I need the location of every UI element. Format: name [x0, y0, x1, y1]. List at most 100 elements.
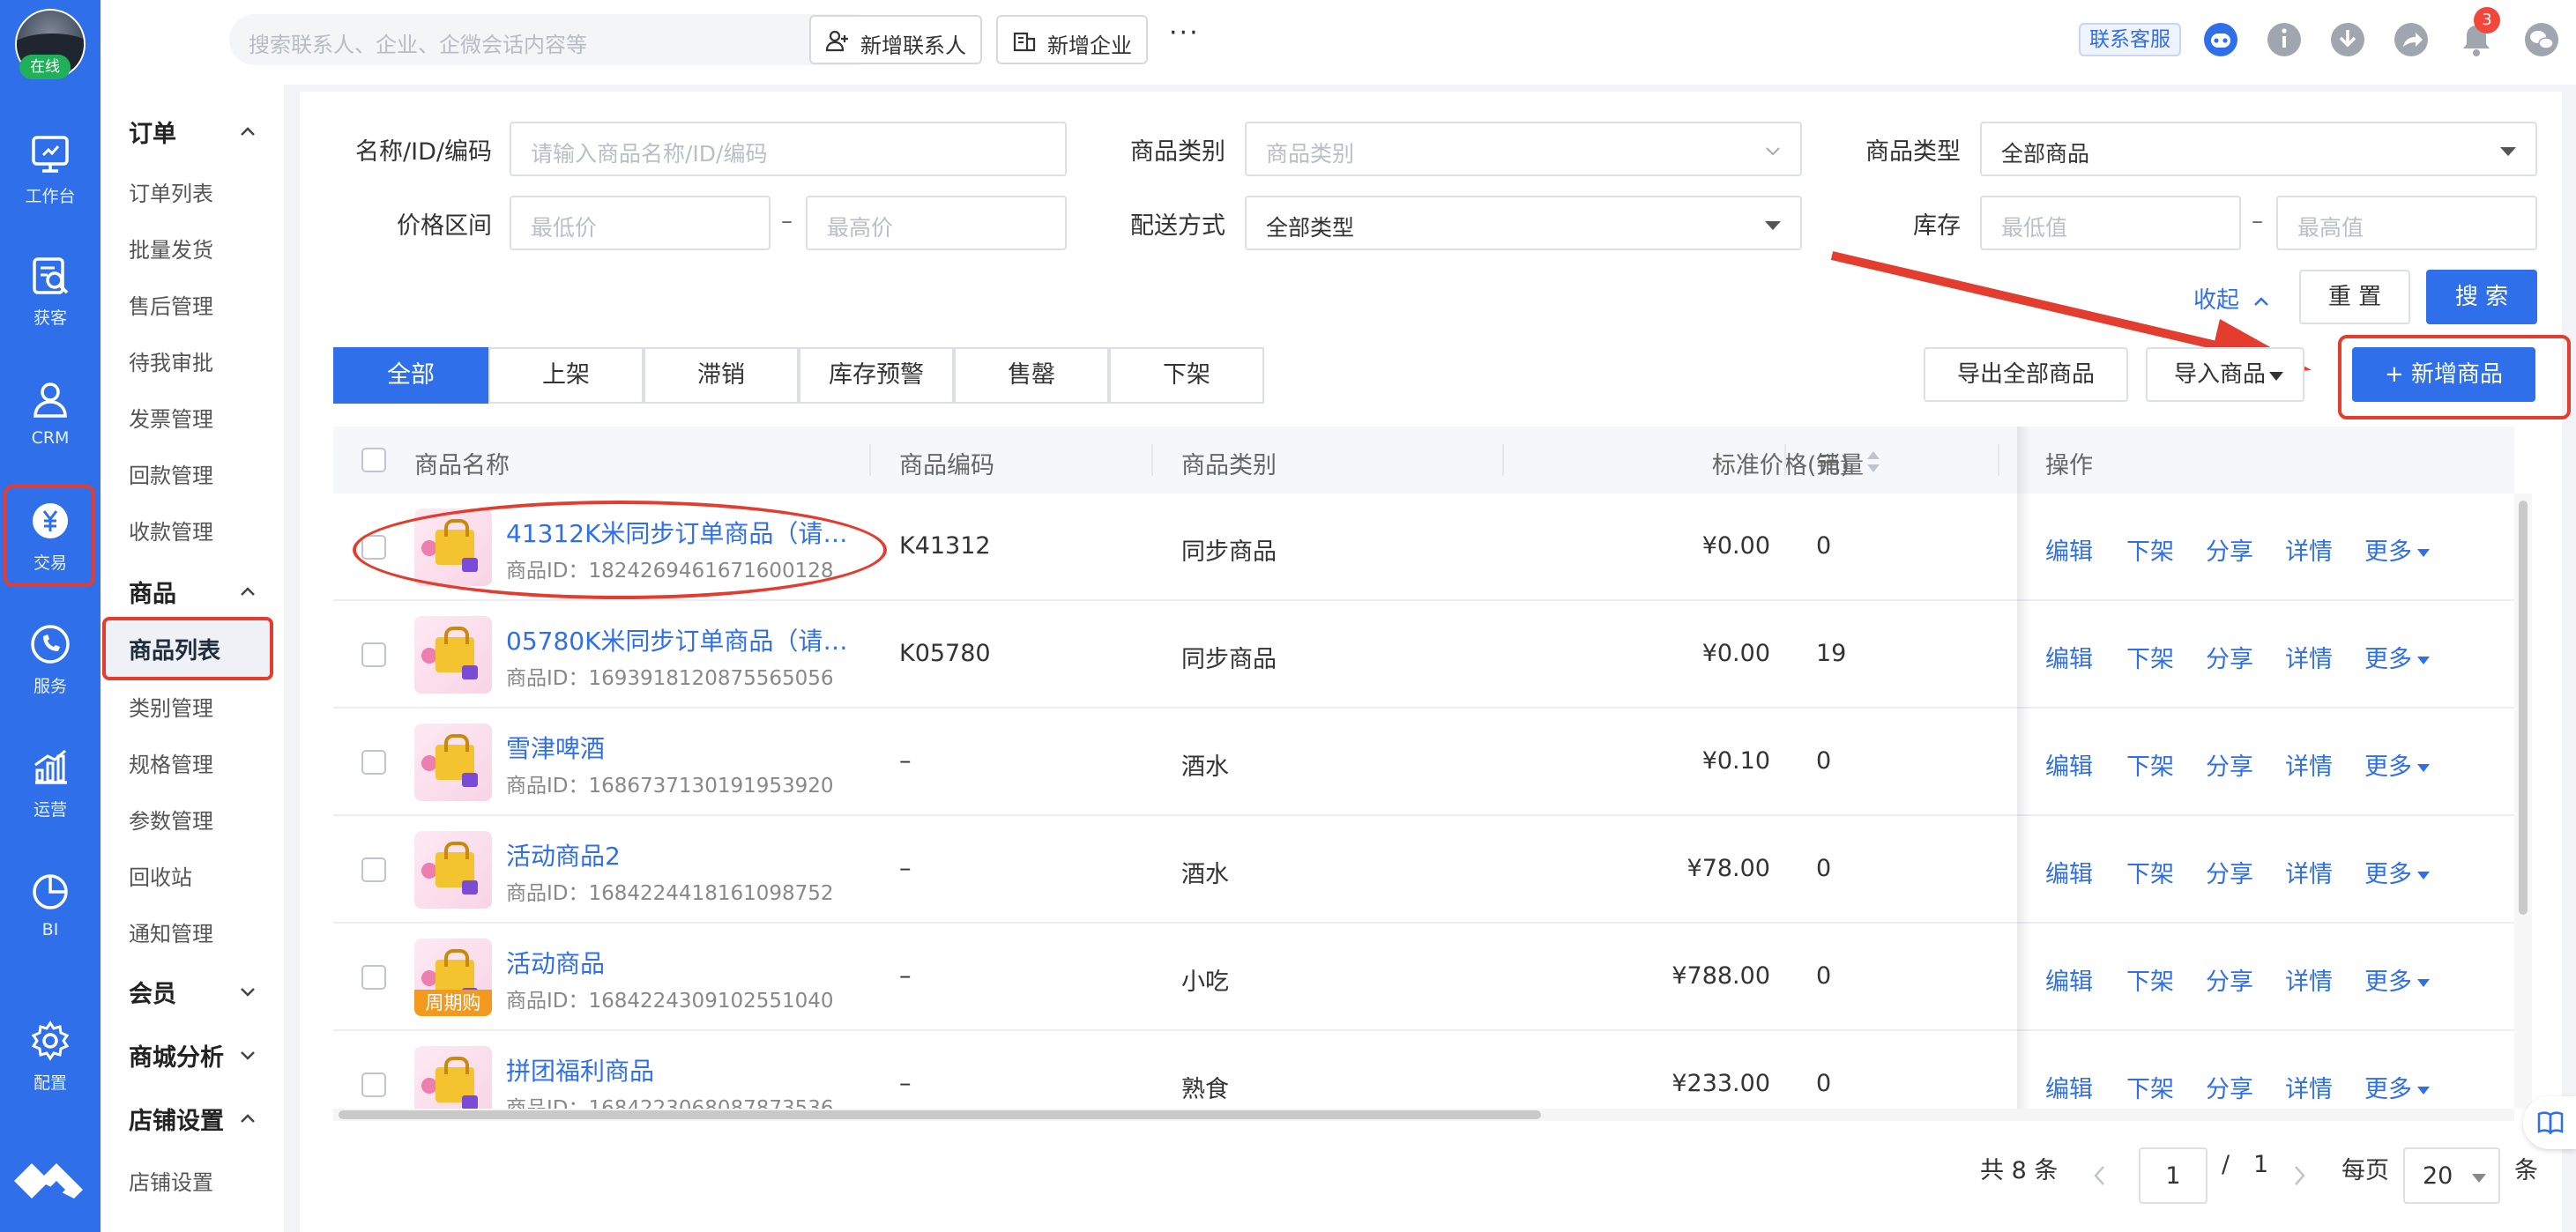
- off-shelf-button[interactable]: 下架: [2126, 640, 2174, 674]
- share-button[interactable]: 分享: [2206, 1070, 2253, 1104]
- detail-button[interactable]: 详情: [2285, 532, 2333, 567]
- caret-down-icon: [2417, 657, 2430, 664]
- product-name-link[interactable]: 05780K米同步订单商品（请勿删除）: [506, 622, 859, 657]
- row-checkbox[interactable]: [361, 965, 386, 990]
- next-page-icon[interactable]: [2290, 1163, 2308, 1188]
- detail-button[interactable]: 详情: [2285, 1070, 2333, 1104]
- more-actions-button[interactable]: 更多: [2364, 640, 2430, 674]
- row-checkbox[interactable]: [361, 750, 386, 775]
- off-shelf-button[interactable]: 下架: [2126, 532, 2174, 567]
- page-separator: /: [2222, 1151, 2230, 1178]
- product-code: K41312: [899, 532, 991, 560]
- product-thumbnail[interactable]: [414, 1046, 492, 1109]
- share-button[interactable]: 分享: [2206, 640, 2253, 674]
- share-button[interactable]: 分享: [2206, 962, 2253, 997]
- product-category: 酒水: [1181, 861, 1229, 888]
- more-actions-button[interactable]: 更多: [2364, 855, 2430, 889]
- product-sales: 0: [1816, 747, 1832, 775]
- product-category: 同步商品: [1181, 538, 1277, 566]
- product-sales: 0: [1816, 962, 1832, 990]
- page-size-value: 20: [2423, 1162, 2453, 1190]
- scrollbar-thumb[interactable]: [2519, 501, 2528, 915]
- detail-button[interactable]: 详情: [2285, 747, 2333, 782]
- edit-button[interactable]: 编辑: [2045, 532, 2093, 567]
- prev-page-icon[interactable]: [2091, 1163, 2109, 1188]
- detail-button[interactable]: 详情: [2285, 855, 2333, 889]
- product-thumbnail[interactable]: [414, 831, 492, 909]
- more-actions-button[interactable]: 更多: [2364, 532, 2430, 567]
- more-label: 更多: [2364, 1076, 2412, 1103]
- per-page-unit: 条: [2514, 1157, 2538, 1184]
- fixed-column-shadow: [2017, 427, 2031, 1109]
- edit-button[interactable]: 编辑: [2045, 747, 2093, 782]
- edit-button[interactable]: 编辑: [2045, 1070, 2093, 1104]
- product-code: K05780: [899, 640, 991, 667]
- table-row[interactable]: 拼团福利商品 商品ID：1684223068087873536 – 熟食 ¥233.00…: [333, 1031, 2514, 1109]
- total-count: 共 8 条: [1980, 1157, 2059, 1184]
- horizontal-scrollbar[interactable]: [333, 1109, 2514, 1121]
- product-thumbnail[interactable]: 周期购: [414, 939, 492, 1016]
- highlight-ellipse: [353, 501, 887, 599]
- product-name-link[interactable]: 活动商品2: [506, 837, 859, 872]
- total-pages: 1: [2253, 1151, 2269, 1178]
- caret-down-icon: [2417, 872, 2430, 879]
- more-label: 更多: [2364, 646, 2412, 673]
- caret-down-icon: [2417, 549, 2430, 557]
- more-actions-button[interactable]: 更多: [2364, 747, 2430, 782]
- product-sales: 19: [1816, 640, 1847, 667]
- product-name-link[interactable]: 拼团福利商品: [506, 1052, 859, 1087]
- table-row[interactable]: 周期购 活动商品 商品ID：1684224309102551040 – 小吃 ¥788.0…: [333, 924, 2514, 1031]
- off-shelf-button[interactable]: 下架: [2126, 747, 2174, 782]
- product-sales: 0: [1816, 532, 1832, 560]
- product-code: –: [899, 962, 912, 990]
- share-button[interactable]: 分享: [2206, 747, 2253, 782]
- chevron-up-icon[interactable]: [238, 1109, 257, 1128]
- scrollbar-thumb[interactable]: [339, 1110, 1541, 1119]
- off-shelf-button[interactable]: 下架: [2126, 962, 2174, 997]
- table-row[interactable]: 雪津啤酒 商品ID：1686737130191953920 – 酒水 ¥0.10 0 编辑下…: [333, 709, 2514, 816]
- caret-down-icon: [2472, 1174, 2486, 1183]
- product-category: 熟食: [1181, 1076, 1229, 1103]
- off-shelf-button[interactable]: 下架: [2126, 1070, 2174, 1104]
- caret-down-icon: [2417, 1087, 2430, 1095]
- share-button[interactable]: 分享: [2206, 855, 2253, 889]
- product-code: –: [899, 747, 912, 775]
- table-row[interactable]: 活动商品2 商品ID：1684224418161098752 – 酒水 ¥78.00 0 编…: [333, 816, 2514, 924]
- product-thumbnail[interactable]: [414, 724, 492, 801]
- product-id: 商品ID：1684224309102551040: [506, 990, 834, 1013]
- edit-button[interactable]: 编辑: [2045, 855, 2093, 889]
- more-label: 更多: [2364, 861, 2412, 888]
- detail-button[interactable]: 详情: [2285, 640, 2333, 674]
- detail-button[interactable]: 详情: [2285, 962, 2333, 997]
- page-size-select[interactable]: 20: [2403, 1147, 2500, 1204]
- product-thumbnail[interactable]: [414, 616, 492, 694]
- table-row[interactable]: 05780K米同步订单商品（请勿删除） 商品ID：1693918120875565…: [333, 601, 2514, 709]
- more-actions-button[interactable]: 更多: [2364, 1070, 2430, 1104]
- product-code: –: [899, 855, 912, 882]
- edit-button[interactable]: 编辑: [2045, 962, 2093, 997]
- product-price: ¥0.10: [1701, 747, 1770, 775]
- product-id: 商品ID：1684224418161098752: [506, 882, 834, 905]
- book-icon: [2537, 1111, 2564, 1135]
- product-id: 商品ID：1684223068087873536: [506, 1097, 834, 1109]
- vertical-scrollbar[interactable]: [2514, 494, 2532, 1109]
- off-shelf-button[interactable]: 下架: [2126, 855, 2174, 889]
- product-name-link[interactable]: 活动商品: [506, 945, 859, 980]
- row-checkbox[interactable]: [361, 1072, 386, 1097]
- help-docs-button[interactable]: [2523, 1096, 2576, 1149]
- row-checkbox[interactable]: [361, 642, 386, 667]
- more-label: 更多: [2364, 969, 2412, 996]
- edit-button[interactable]: 编辑: [2045, 640, 2093, 674]
- nav-item-store-settings[interactable]: 店铺设置: [129, 1165, 213, 1196]
- brand-logo-icon: [14, 1163, 83, 1199]
- product-name-link[interactable]: 雪津啤酒: [506, 730, 859, 765]
- product-id: 商品ID：1686737130191953920: [506, 775, 834, 798]
- share-button[interactable]: 分享: [2206, 532, 2253, 567]
- row-checkbox[interactable]: [361, 857, 386, 882]
- more-actions-button[interactable]: 更多: [2364, 962, 2430, 997]
- caret-down-icon: [2417, 979, 2430, 987]
- page-number-value: 1: [2165, 1162, 2181, 1190]
- caret-down-icon: [2417, 764, 2430, 772]
- page-number-input[interactable]: 1: [2139, 1147, 2207, 1204]
- product-category: 同步商品: [1181, 646, 1277, 673]
